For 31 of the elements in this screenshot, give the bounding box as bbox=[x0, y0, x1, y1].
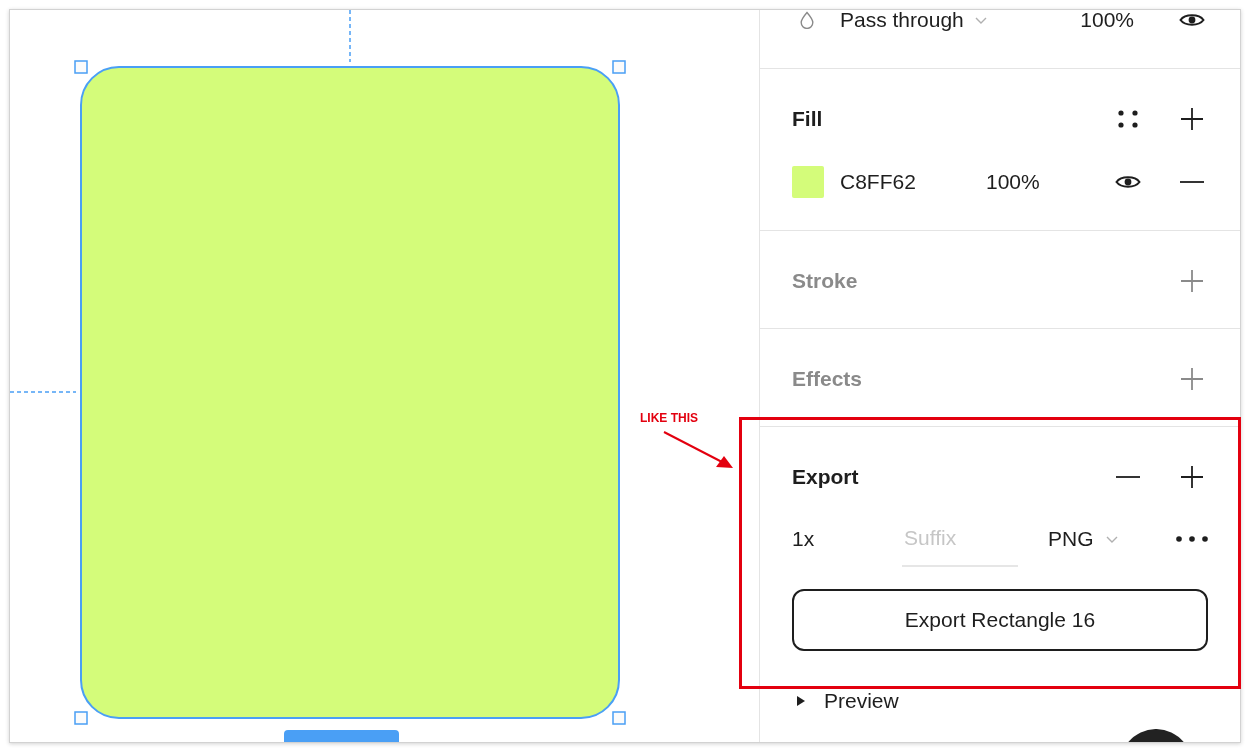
section-title: Fill bbox=[792, 107, 823, 131]
guide-line bbox=[349, 10, 351, 63]
section-title: Stroke bbox=[792, 269, 858, 293]
eye-icon[interactable] bbox=[1115, 174, 1141, 190]
annotation-arrow bbox=[662, 430, 734, 470]
drop-icon bbox=[800, 11, 814, 29]
guide-line bbox=[10, 391, 77, 393]
section-title: Export bbox=[792, 465, 859, 489]
chevron-icon bbox=[974, 16, 987, 24]
suffix-input[interactable]: Suffix bbox=[902, 523, 1018, 567]
section-title: Effects bbox=[792, 367, 863, 391]
chevron-icon bbox=[1105, 535, 1118, 543]
resize-handle[interactable] bbox=[612, 711, 626, 725]
format-dropdown[interactable]: PNG bbox=[1048, 523, 1118, 555]
export-button[interactable]: Export Rectangle 16 bbox=[792, 589, 1208, 651]
opacity-field[interactable]: 100% bbox=[986, 170, 1040, 194]
eye-icon[interactable] bbox=[1179, 12, 1205, 28]
opacity-field[interactable]: 100% bbox=[1080, 10, 1134, 30]
annotation-label: LIKE THIS bbox=[640, 411, 698, 425]
preview-toggle[interactable]: Preview bbox=[792, 690, 899, 712]
blend-mode-dropdown[interactable]: Pass through bbox=[840, 10, 987, 30]
plus-icon[interactable] bbox=[1180, 107, 1204, 131]
color-swatch-icon[interactable] bbox=[792, 166, 824, 198]
resize-handle[interactable] bbox=[74, 711, 88, 725]
scale-field[interactable]: 1x bbox=[792, 527, 815, 551]
hex-field[interactable]: C8FF62 bbox=[840, 170, 916, 193]
more-icon[interactable] bbox=[1176, 536, 1208, 542]
plus-icon[interactable] bbox=[1180, 465, 1204, 489]
resize-handle[interactable] bbox=[612, 60, 626, 74]
resize-handle[interactable] bbox=[74, 60, 88, 74]
styles-icon[interactable] bbox=[1118, 110, 1138, 128]
